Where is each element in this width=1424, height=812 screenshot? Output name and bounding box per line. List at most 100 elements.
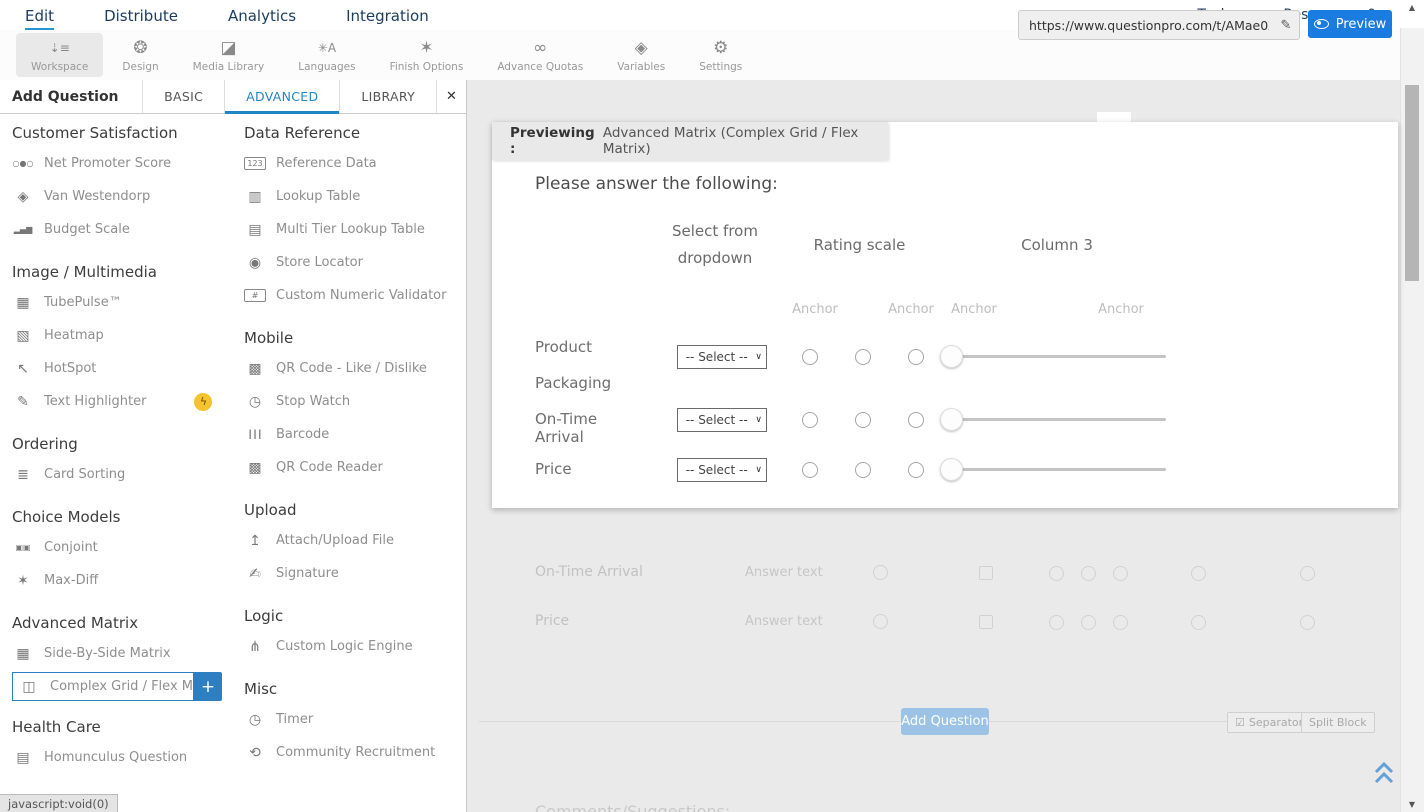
nav-tab-distribute[interactable]: Distribute [79,4,203,26]
toolbar-variables[interactable]: ◈Variables [602,33,680,77]
row2-select-dropdown[interactable]: -- Select --∨ [677,408,767,432]
tab-basic[interactable]: BASIC [142,80,224,113]
qtype-label: Timer [276,712,313,727]
row2-rating-radio-2[interactable] [855,412,871,428]
qtype-barcode[interactable]: ┃┃┃Barcode [244,418,452,451]
slider-handle[interactable] [940,345,963,368]
scrollbar-thumb[interactable] [1405,85,1419,281]
qtype-max-diff[interactable]: ✶Max-Diff [12,564,220,597]
row1-select-dropdown[interactable]: -- Select --∨ [677,345,767,369]
qtype-budget-scale[interactable]: ▂▄▆Budget Scale [12,213,220,246]
upload-icon: ↥ [244,533,266,549]
toolbar-design[interactable]: ❂Design [107,33,173,77]
caret-down-icon: ∨ [755,415,762,425]
nav-tab-integration[interactable]: Integration [321,4,454,26]
magic-wand-icon: ✶ [12,573,34,589]
toolbar-settings[interactable]: ⚙Settings [684,33,757,77]
eye-icon [1314,19,1329,29]
reference-data-icon: 123 [244,157,266,170]
qtype-timer[interactable]: ◷Timer [244,703,452,736]
qtype-net-promoter-score[interactable]: ○●○Net Promoter Score [12,147,220,180]
nav-tab-analytics[interactable]: Analytics [203,4,321,26]
qtype-store-locator[interactable]: ◉Store Locator [244,246,452,279]
toolbar-languages[interactable]: ✳ALanguages [283,33,370,77]
qtype-label: Custom Numeric Validator [276,288,447,303]
qtype-custom-logic-engine[interactable]: ⋔Custom Logic Engine [244,630,452,663]
survey-url-box: ✎ [1018,10,1300,40]
survey-url-input[interactable] [1019,18,1273,33]
qtype-label: Net Promoter Score [44,156,171,171]
qtype-attach-upload-file[interactable]: ↥Attach/Upload File [244,524,452,557]
qtype-conjoint[interactable]: ▣▣Conjoint [12,531,220,564]
qtype-hotspot[interactable]: ↖HotSpot [12,352,220,385]
nav-tab-label: Integration [346,7,429,25]
list-icon: ≣ [12,467,34,483]
qtype-qr-code-like-dislike[interactable]: ▩QR Code - Like / Dislike [244,352,452,385]
close-icon[interactable]: ✕ [436,80,466,113]
qtype-reference-data[interactable]: 123Reference Data [244,147,452,180]
scrollbar-down-arrow-icon[interactable]: ▼ [1400,800,1424,809]
qtype-label: Stop Watch [276,394,350,409]
editor-radio [1191,566,1206,581]
split-block-label: Split Block [1309,716,1367,729]
scrollbar-up-arrow-icon[interactable]: ▲ [1400,3,1424,12]
add-question-button[interactable]: Add Question [901,708,989,735]
lookup-table-icon: ▥ [244,189,266,205]
row2-rating-radio-1[interactable] [802,412,818,428]
qtype-qr-code-reader[interactable]: ▩QR Code Reader [244,451,452,484]
cursor-icon: ↖ [12,361,34,377]
qtype-text-highlighter[interactable]: ✎Text Highlighterϟ [12,385,220,418]
toolbar-finish-options[interactable]: ✶Finish Options [375,33,479,77]
row1-rating-radio-1[interactable] [802,349,818,365]
row3-slider [940,458,1166,480]
toolbar-workspace[interactable]: ⇣≡Workspace [16,33,103,77]
row1-rating-radio-2[interactable] [855,349,871,365]
anchor-label: Anchor [785,302,845,317]
qtype-card-sorting[interactable]: ≣Card Sorting [12,458,220,491]
qtype-stop-watch[interactable]: ◷Stop Watch [244,385,452,418]
toolbar-media-library[interactable]: ◪Media Library [178,33,280,77]
qtype-custom-numeric-validator[interactable]: #Custom Numeric Validator [244,279,452,312]
qtype-heatmap[interactable]: ▧Heatmap [12,319,220,352]
slider-handle[interactable] [940,458,963,481]
preview-button[interactable]: Preview [1308,10,1392,38]
qtype-label: Custom Logic Engine [276,639,413,654]
slider-track[interactable] [940,355,1166,358]
row2-rating-radio-3[interactable] [908,412,924,428]
qtype-multi-tier-lookup-table[interactable]: ▤Multi Tier Lookup Table [244,213,452,246]
qtype-complex-grid-flex-matrix[interactable]: ◫Complex Grid / Flex Matrix [12,672,194,701]
slider-handle[interactable] [940,408,963,431]
slider-track[interactable] [940,468,1166,471]
tab-library[interactable]: LIBRARY [339,80,436,113]
tab-advanced[interactable]: ADVANCED [224,80,339,113]
nav-tab-edit[interactable]: Edit [0,4,79,26]
row3-select-dropdown[interactable]: -- Select --∨ [677,458,767,482]
row1-rating-radio-3[interactable] [908,349,924,365]
anchor-label: Anchor [944,302,1004,317]
row2-slider [940,408,1166,430]
split-block-button[interactable]: Split Block [1301,712,1375,733]
slider-track[interactable] [940,418,1166,421]
qtype-label: Heatmap [44,328,104,343]
row3-rating-radio-2[interactable] [855,462,871,478]
qtype-van-westendorp[interactable]: ◈Van Westendorp [12,180,220,213]
nav-tab-label: Analytics [228,7,296,25]
section-misc: Misc [244,680,452,698]
qtype-lookup-table[interactable]: ▥Lookup Table [244,180,452,213]
qtype-signature[interactable]: ✍Signature [244,557,452,590]
scroll-to-top-chevrons[interactable] [1372,760,1396,786]
preview-modal: Previewing :Advanced Matrix (Complex Gri… [492,122,1398,508]
separator-button[interactable]: ☑Separator [1227,712,1311,733]
row3-rating-radio-3[interactable] [908,462,924,478]
toolbar-advance-quotas[interactable]: ∞Advance Quotas [482,33,598,77]
editor-radio [1300,615,1315,630]
edit-url-pencil-icon[interactable]: ✎ [1273,18,1299,33]
qtype-side-by-side-matrix[interactable]: ▦Side-By-Side Matrix [12,637,220,670]
qtype-homunculus-question[interactable]: ▤Homunculus Question [12,741,220,774]
qtype-label: Multi Tier Lookup Table [276,222,425,237]
qtype-tubepulse[interactable]: ▦TubePulse™ [12,286,220,319]
qtype-community-recruitment[interactable]: ⟲Community Recruitment [244,736,452,769]
add-question-plus-button[interactable]: + [194,672,222,701]
column-header-column-3: Column 3 [997,232,1117,259]
row3-rating-radio-1[interactable] [802,462,818,478]
